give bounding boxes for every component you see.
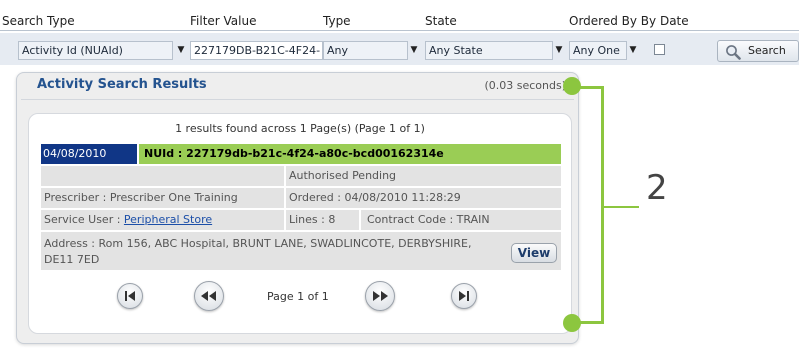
search-elapsed-time: (0.03 seconds) <box>484 79 566 92</box>
service-user-label: Service User : <box>44 213 124 226</box>
address-cell: Address : Rom 156, ABC Hospital, BRUNT L… <box>41 232 561 270</box>
panel-divider <box>21 99 574 100</box>
result-prescriber: Prescriber : Prescriber One Training <box>41 188 284 208</box>
header-divider <box>0 30 799 31</box>
result-contract-code: Contract Code : TRAIN <box>361 210 561 230</box>
header-filter-value: Filter Value <box>190 14 257 28</box>
result-service-row: Service User : Peripheral Store Lines : … <box>41 210 561 230</box>
view-button[interactable]: View <box>511 243 557 263</box>
header-search-type: Search Type <box>2 14 75 28</box>
header-type: Type <box>323 14 351 28</box>
result-status-row: Authorised Pending <box>41 166 561 186</box>
pagination-text: Page 1 of 1 <box>267 290 329 303</box>
result-prescriber-row: Prescriber : Prescriber One Training Ord… <box>41 188 561 208</box>
header-ordered-by: Ordered By By Date <box>569 14 689 28</box>
state-select[interactable]: Any State <box>425 41 553 60</box>
callout-number: 2 <box>646 168 668 208</box>
ordered-by-dropdown-icon[interactable]: ▼ <box>627 41 639 60</box>
callout-bracket <box>572 86 604 324</box>
result-status: Authorised Pending <box>286 166 561 186</box>
type-dropdown-icon[interactable]: ▼ <box>408 41 420 60</box>
callout-dot-bottom <box>563 314 581 332</box>
result-address: Address : Rom 156, ABC Hospital, BRUNT L… <box>44 237 472 266</box>
filter-value-input[interactable]: 227179DB-B21C-4F24- <box>190 41 323 60</box>
state-dropdown-icon[interactable]: ▼ <box>553 41 565 60</box>
last-page-icon <box>459 291 469 301</box>
callout-dot-top <box>563 77 581 95</box>
previous-page-button[interactable] <box>194 281 224 311</box>
results-summary: 1 results found across 1 Page(s) (Page 1… <box>175 122 425 135</box>
header-state: State <box>425 14 457 28</box>
rewind-icon <box>201 291 216 301</box>
last-page-button[interactable] <box>451 283 477 309</box>
result-address-row: Address : Rom 156, ABC Hospital, BRUNT L… <box>41 232 561 270</box>
result-lines: Lines : 8 <box>286 210 359 230</box>
type-select[interactable]: Any <box>323 41 408 60</box>
result-nuid: NUId : 227179db-b21c-4f24-a80c-bcd001623… <box>139 144 561 164</box>
next-page-button[interactable] <box>365 281 395 311</box>
fast-forward-icon <box>373 291 388 301</box>
search-button-label: Search <box>748 44 786 57</box>
first-page-button[interactable] <box>117 283 143 309</box>
search-toolbar: Activity Id (NUAId) ▼ 227179DB-B21C-4F24… <box>0 33 799 65</box>
ordered-by-select[interactable]: Any One <box>569 41 627 60</box>
search-header: Search Type Filter Value Type State Orde… <box>0 12 799 30</box>
search-button[interactable]: Search <box>717 40 799 62</box>
first-page-icon <box>125 291 135 301</box>
status-empty-cell <box>41 166 284 186</box>
result-date: 04/08/2010 <box>41 144 137 164</box>
search-type-select[interactable]: Activity Id (NUAId) <box>18 41 173 60</box>
by-date-checkbox[interactable] <box>654 44 665 55</box>
result-card: 1 results found across 1 Page(s) (Page 1… <box>28 113 572 334</box>
service-user-cell: Service User : Peripheral Store <box>41 210 284 230</box>
magnifier-icon <box>726 45 741 60</box>
search-type-dropdown-icon[interactable]: ▼ <box>175 41 187 60</box>
service-user-link[interactable]: Peripheral Store <box>124 213 212 226</box>
callout-leader-line <box>604 206 639 208</box>
result-header-row: 04/08/2010 NUId : 227179db-b21c-4f24-a80… <box>41 144 561 164</box>
results-title: Activity Search Results <box>37 77 207 92</box>
result-ordered: Ordered : 04/08/2010 11:28:29 <box>286 188 561 208</box>
